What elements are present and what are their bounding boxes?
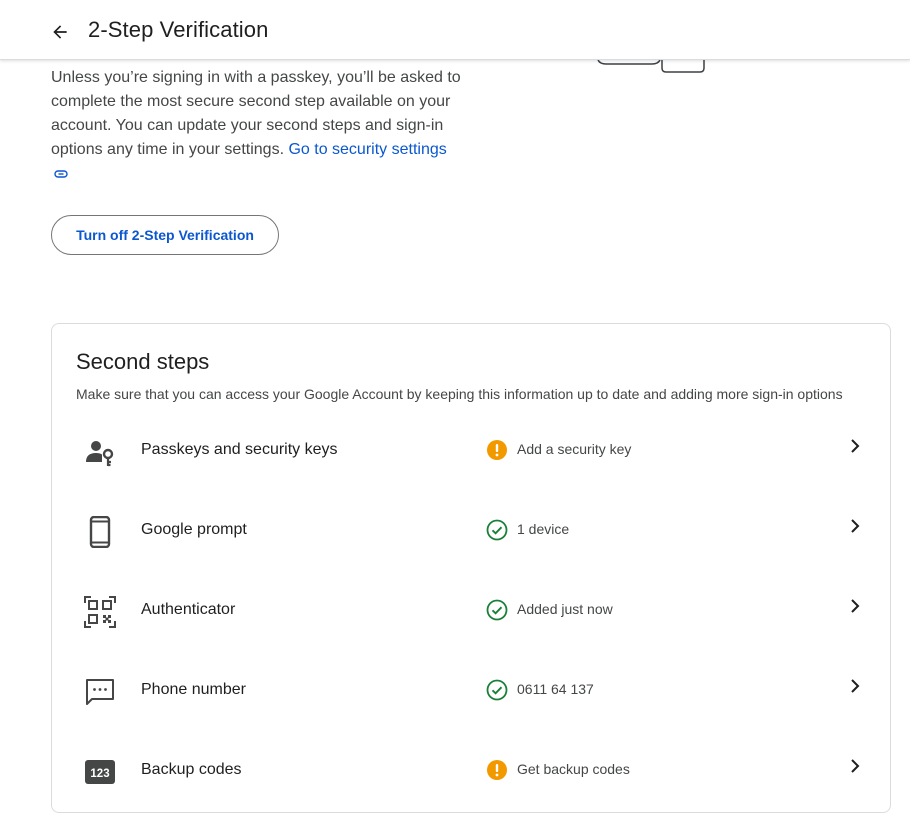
top-app-bar: 2-Step Verification bbox=[0, 0, 910, 60]
second-steps-card: Second steps Make sure that you can acce… bbox=[51, 323, 891, 813]
sms-icon bbox=[84, 676, 116, 708]
security-settings-link-label: Go to security settings bbox=[288, 141, 447, 158]
card-subtitle: Make sure that you can access your Googl… bbox=[76, 386, 843, 402]
second-step-label: Phone number bbox=[141, 681, 246, 698]
back-button[interactable] bbox=[44, 16, 76, 48]
phone-icon bbox=[84, 516, 116, 548]
second-step-label: Authenticator bbox=[141, 601, 236, 618]
chevron-right-icon bbox=[851, 519, 860, 533]
passkey-icon bbox=[84, 436, 116, 468]
chevron-right-icon bbox=[851, 439, 860, 453]
second-step-row-passkeys[interactable]: Passkeys and security keys Add a securit… bbox=[52, 420, 890, 500]
chevron-right-icon bbox=[851, 599, 860, 613]
backup-codes-icon: 123 bbox=[84, 756, 116, 788]
second-step-row-authenticator[interactable]: Authenticator Added just now bbox=[52, 580, 890, 660]
chevron-right-icon bbox=[851, 679, 860, 693]
warning-status-icon bbox=[487, 440, 507, 460]
second-step-status: 1 device bbox=[517, 521, 570, 537]
warning-status-icon bbox=[487, 760, 507, 780]
check-circle-icon bbox=[486, 679, 508, 701]
page-title: 2-Step Verification bbox=[88, 17, 269, 42]
second-step-status: Get backup codes bbox=[517, 761, 630, 777]
second-step-row-backup-codes[interactable]: 123 Backup codes Get backup codes bbox=[52, 740, 890, 820]
second-step-label: Google prompt bbox=[141, 521, 247, 538]
second-step-row-phone-number[interactable]: Phone number 0611 64 137 bbox=[52, 660, 890, 740]
second-step-status: 0611 64 137 bbox=[517, 681, 594, 697]
second-step-label: Passkeys and security keys bbox=[141, 441, 338, 458]
backup-codes-icon-text: 123 bbox=[90, 768, 109, 780]
arrow-back-icon bbox=[53, 25, 67, 39]
check-circle-icon bbox=[486, 599, 508, 621]
intro-paragraph: Unless you’re signing in with a passkey,… bbox=[51, 66, 461, 186]
link-icon bbox=[54, 170, 68, 178]
card-title: Second steps bbox=[76, 349, 210, 374]
second-step-status: Added just now bbox=[517, 601, 613, 617]
check-circle-icon bbox=[486, 519, 508, 541]
second-step-label: Backup codes bbox=[141, 761, 242, 778]
second-step-row-google-prompt[interactable]: Google prompt 1 device bbox=[52, 500, 890, 580]
qr-code-icon bbox=[84, 596, 116, 628]
second-step-status: Add a security key bbox=[517, 441, 632, 457]
chevron-right-icon bbox=[851, 759, 860, 773]
turn-off-2sv-button[interactable]: Turn off 2-Step Verification bbox=[51, 215, 279, 255]
